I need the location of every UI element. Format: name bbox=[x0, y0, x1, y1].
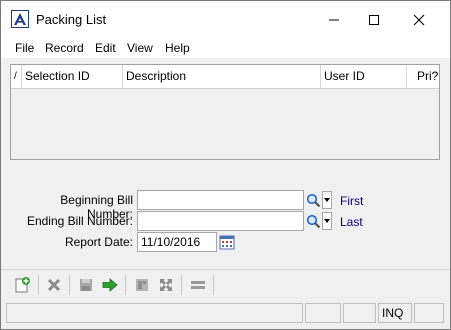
column-header-selection-id[interactable]: Selection ID bbox=[22, 65, 123, 88]
title-bar: Packing List bbox=[1, 1, 450, 38]
expand-icon bbox=[160, 279, 172, 291]
ending-bill-input[interactable] bbox=[137, 211, 304, 231]
selection-grid[interactable]: / Selection ID Description User ID Pri? bbox=[10, 64, 440, 160]
status-panel bbox=[414, 303, 444, 323]
save-disk-icon bbox=[80, 279, 92, 291]
column-header-user-id[interactable]: User ID bbox=[321, 65, 407, 88]
ending-bill-label: Ending Bill Number: bbox=[26, 214, 133, 228]
menu-bar: File Record Edit View Help bbox=[1, 38, 450, 58]
menu-file[interactable]: File bbox=[15, 41, 34, 55]
menu-view[interactable]: View bbox=[127, 41, 153, 55]
column-header-description[interactable]: Description bbox=[123, 65, 321, 88]
maximize-button[interactable] bbox=[351, 1, 397, 38]
expand-button[interactable] bbox=[156, 275, 176, 295]
ending-bill-lookup-icon[interactable] bbox=[305, 212, 321, 230]
first-link[interactable]: First bbox=[340, 194, 363, 208]
layout-button[interactable] bbox=[188, 275, 208, 295]
toolbar-separator bbox=[213, 275, 214, 295]
report-date-label: Report Date: bbox=[64, 235, 133, 249]
calendar-icon[interactable] bbox=[219, 234, 235, 250]
menu-help[interactable]: Help bbox=[165, 41, 190, 55]
status-bar: INQ bbox=[1, 301, 450, 329]
beginning-bill-input[interactable] bbox=[137, 190, 304, 210]
sort-indicator[interactable]: / bbox=[11, 65, 22, 88]
report-date-input[interactable]: 11/10/2016 bbox=[137, 232, 217, 252]
grid-header: / Selection ID Description User ID Pri? bbox=[11, 65, 439, 89]
status-panel bbox=[343, 303, 376, 323]
save-button[interactable] bbox=[76, 275, 96, 295]
toolbar-separator bbox=[181, 275, 182, 295]
print-preview-button[interactable] bbox=[132, 275, 152, 295]
toolbar-separator bbox=[125, 275, 126, 295]
preview-icon bbox=[136, 279, 148, 291]
last-link[interactable]: Last bbox=[340, 215, 363, 229]
toolbar-separator bbox=[69, 275, 70, 295]
new-record-button[interactable] bbox=[12, 275, 32, 295]
menu-edit[interactable]: Edit bbox=[95, 41, 116, 55]
green-arrow-icon bbox=[102, 278, 118, 292]
toolbar-divider bbox=[1, 269, 450, 270]
packing-list-window: Packing List File Record Edit View Help … bbox=[0, 0, 451, 330]
process-button[interactable] bbox=[100, 275, 120, 295]
status-message-panel bbox=[6, 303, 303, 323]
window-title: Packing List bbox=[36, 12, 107, 27]
status-panel bbox=[305, 303, 341, 323]
layout-bars-icon bbox=[191, 281, 205, 289]
column-header-pri[interactable]: Pri? bbox=[407, 65, 439, 88]
beginning-bill-lookup-icon[interactable] bbox=[305, 191, 321, 209]
delete-button[interactable] bbox=[44, 275, 64, 295]
menu-record[interactable]: Record bbox=[45, 41, 84, 55]
status-mode-panel: INQ bbox=[378, 303, 412, 323]
delete-x-icon bbox=[47, 278, 61, 292]
close-button[interactable] bbox=[396, 1, 442, 38]
ending-bill-dropdown-icon[interactable] bbox=[322, 212, 332, 230]
app-logo-icon bbox=[11, 10, 29, 28]
toolbar-separator bbox=[38, 275, 39, 295]
beginning-bill-dropdown-icon[interactable] bbox=[322, 191, 332, 209]
new-document-icon bbox=[15, 277, 30, 293]
